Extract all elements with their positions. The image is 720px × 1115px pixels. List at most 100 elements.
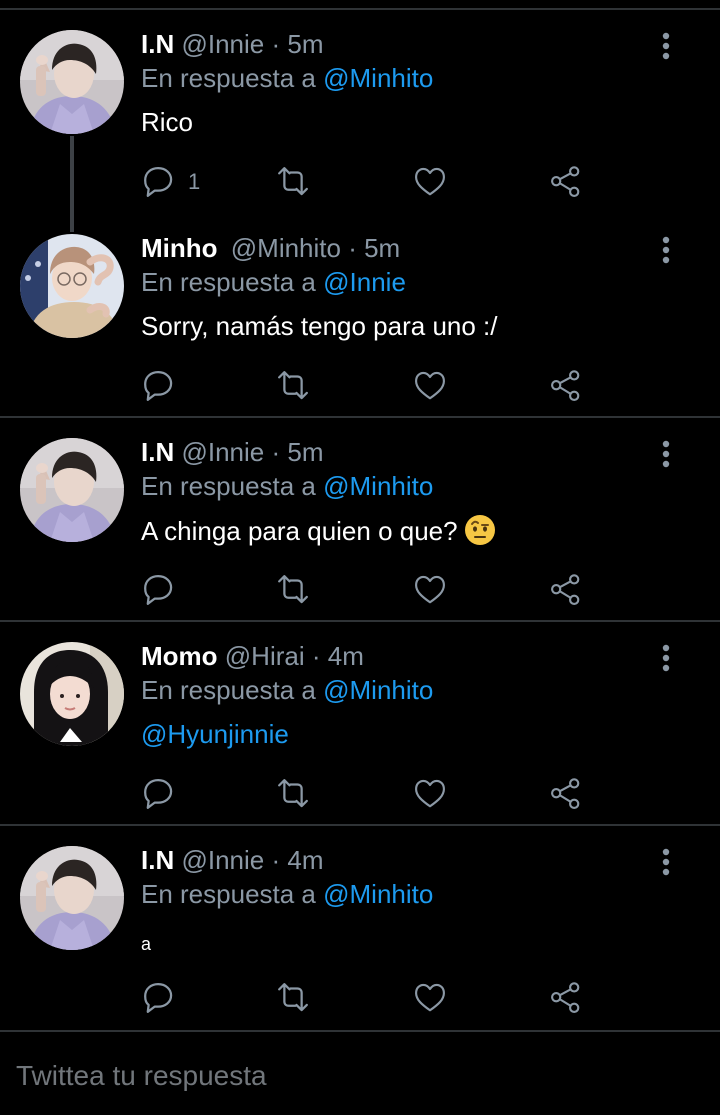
reply-button[interactable] — [140, 568, 178, 612]
tweet-text: A chinga para quien o que? — [141, 516, 458, 546]
reply-context: En respuesta a @Minhito — [141, 62, 433, 94]
retweet-icon — [278, 779, 308, 808]
reply-prefix: En respuesta a — [141, 63, 316, 93]
reply-button[interactable] — [140, 976, 178, 1020]
reply-context: En respuesta a @Minhito — [141, 674, 433, 706]
like-button[interactable] — [412, 976, 448, 1020]
tweet[interactable]: Momo @Hirai · 4m En respuesta a @Minhito… — [0, 622, 720, 826]
heart-icon — [415, 167, 445, 196]
share-icon — [551, 574, 580, 605]
like-button[interactable] — [412, 364, 448, 408]
reply-composer — [0, 1032, 720, 1115]
username[interactable]: @Innie — [181, 845, 264, 875]
retweet-button[interactable] — [274, 976, 312, 1020]
retweet-icon — [278, 983, 308, 1012]
share-button[interactable] — [548, 976, 584, 1020]
retweet-button[interactable] — [274, 568, 312, 612]
heart-icon — [415, 779, 445, 808]
more-vertical-icon[interactable] — [654, 440, 678, 470]
reply-context: En respuesta a @Minhito — [141, 470, 433, 502]
tweet[interactable]: Minho @Minhito · 5m En respuesta a @Inni… — [0, 214, 720, 418]
reply-icon — [144, 167, 173, 197]
tweet-actions — [0, 772, 720, 816]
reply-button[interactable] — [140, 364, 178, 408]
reply-thread: I.N @Innie · 5m En respuesta a @Minhito … — [0, 0, 720, 1115]
avatar[interactable] — [20, 438, 124, 542]
tweet-text: Rico — [141, 107, 194, 137]
tweet-actions — [0, 568, 720, 612]
more-vertical-icon[interactable] — [654, 236, 678, 266]
tweet-text: a — [141, 934, 152, 954]
retweet-icon — [278, 371, 308, 400]
reply-button[interactable]: 1 — [140, 160, 200, 204]
share-button[interactable] — [548, 364, 584, 408]
tweet-header: Momo @Hirai · 4m — [141, 640, 364, 672]
share-icon — [551, 370, 580, 401]
heart-icon — [415, 371, 445, 400]
reply-input[interactable] — [16, 1060, 696, 1092]
like-button[interactable] — [412, 160, 448, 204]
display-name[interactable]: Momo — [141, 641, 218, 671]
reply-mention-link[interactable]: @Minhito — [323, 675, 433, 705]
username[interactable]: @Innie — [181, 29, 264, 59]
reply-prefix: En respuesta a — [141, 879, 316, 909]
share-icon — [551, 778, 580, 809]
retweet-icon — [278, 167, 308, 196]
retweet-icon — [278, 575, 308, 604]
timestamp[interactable]: · 5m — [271, 437, 323, 467]
reply-mention-link[interactable]: @Minhito — [323, 879, 433, 909]
tweet-text: Sorry, namás tengo para uno :/ — [141, 311, 498, 341]
display-name[interactable]: I.N — [141, 437, 174, 467]
share-icon — [551, 166, 580, 197]
more-vertical-icon[interactable] — [654, 32, 678, 62]
more-vertical-icon[interactable] — [654, 644, 678, 674]
display-name[interactable]: I.N — [141, 845, 174, 875]
reply-prefix: En respuesta a — [141, 471, 316, 501]
tweet-header: I.N @Innie · 4m — [141, 844, 323, 876]
share-button[interactable] — [548, 568, 584, 612]
tweet[interactable]: I.N @Innie · 5m En respuesta a @Minhito … — [0, 10, 720, 232]
avatar[interactable] — [20, 234, 124, 338]
reply-count: 1 — [188, 169, 201, 194]
share-icon — [551, 982, 580, 1013]
retweet-button[interactable] — [274, 364, 312, 408]
display-name[interactable]: I.N — [141, 29, 174, 59]
share-button[interactable] — [548, 772, 584, 816]
retweet-button[interactable] — [274, 160, 312, 204]
reply-icon — [144, 575, 173, 605]
reply-button[interactable] — [140, 772, 178, 816]
avatar[interactable] — [20, 642, 124, 746]
share-button[interactable] — [548, 160, 584, 204]
reply-context: En respuesta a @Minhito — [141, 878, 433, 910]
reply-prefix: En respuesta a — [141, 267, 316, 297]
timestamp[interactable]: · 4m — [312, 641, 364, 671]
tweet-header: I.N @Innie · 5m — [141, 436, 323, 468]
display-name[interactable]: Minho — [141, 233, 218, 263]
reply-icon — [144, 983, 173, 1013]
tweet-mention-link[interactable]: @Hyunjinnie — [141, 718, 289, 750]
tweet[interactable]: I.N @Innie · 5m En respuesta a @Minhito … — [0, 418, 720, 622]
username[interactable]: @Hirai — [225, 641, 305, 671]
tweet[interactable]: I.N @Innie · 4m En respuesta a @Minhito … — [0, 826, 720, 1032]
heart-icon — [415, 575, 445, 604]
reply-prefix: En respuesta a — [141, 675, 316, 705]
username[interactable]: @Minhito — [231, 233, 341, 263]
tweet-actions: 1 — [0, 160, 720, 204]
heart-icon — [415, 983, 445, 1012]
username[interactable]: @Innie — [181, 437, 264, 467]
reply-mention-link[interactable]: @Innie — [323, 267, 406, 297]
avatar[interactable] — [20, 846, 124, 950]
like-button[interactable] — [412, 772, 448, 816]
reply-mention-link[interactable]: @Minhito — [323, 471, 433, 501]
tweet-actions — [0, 364, 720, 408]
reply-mention-link[interactable]: @Minhito — [323, 63, 433, 93]
avatar[interactable] — [20, 30, 124, 134]
reply-context: En respuesta a @Innie — [141, 266, 406, 298]
timestamp[interactable]: · 5m — [348, 233, 400, 263]
more-vertical-icon[interactable] — [654, 848, 678, 878]
tweet-header: Minho @Minhito · 5m — [141, 232, 400, 264]
timestamp[interactable]: · 4m — [271, 845, 323, 875]
like-button[interactable] — [412, 568, 448, 612]
retweet-button[interactable] — [274, 772, 312, 816]
timestamp[interactable]: · 5m — [271, 29, 323, 59]
